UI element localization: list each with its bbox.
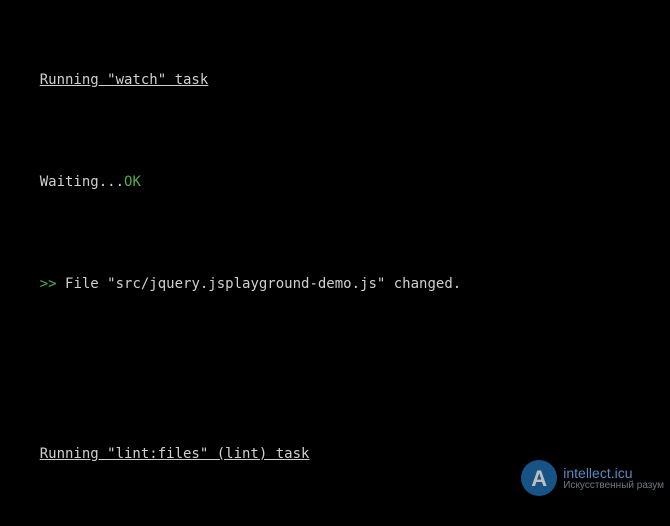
prompt-arrow: >>: [40, 276, 65, 292]
file-changed-path: src/jquery.jsplayground-demo.js: [116, 276, 377, 292]
file-changed-prefix: File ": [65, 276, 116, 292]
waiting-text: Waiting...: [40, 174, 124, 190]
file-changed-suffix: " changed.: [377, 276, 461, 292]
watermark-title: intellect.icu: [563, 466, 664, 480]
watch-task-header: Running "watch" task: [40, 72, 209, 88]
terminal-output: Running "watch" task Waiting...OK >> Fil…: [0, 0, 670, 526]
watermark-badge-icon: A: [521, 460, 557, 496]
lint-task-header: Running "lint:files" (lint) task: [40, 446, 310, 462]
ok-status: OK: [124, 174, 141, 190]
watermark-subtitle: Искусственный разум: [563, 480, 664, 491]
site-watermark: A intellect.icu Искусственный разум: [521, 460, 664, 496]
